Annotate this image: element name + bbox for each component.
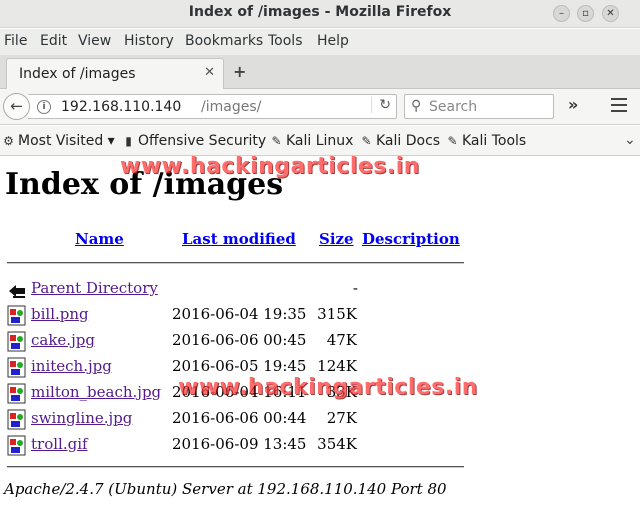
image-file-icon [7, 409, 26, 430]
url-host: 192.168.110.140 [61, 99, 182, 115]
search-icon: ⚲ [411, 98, 422, 114]
search-input[interactable] [429, 97, 549, 116]
bookmark-kali-docs[interactable]: ✎ Kali Docs [360, 133, 440, 149]
file-link[interactable]: milton_beach.jpg [31, 383, 161, 401]
file-size: 27K [326, 409, 357, 427]
offsec-icon: ▮ [125, 134, 132, 148]
bookmarks-toolbar: ⚙ Most Visited ▾ ▮ Offensive Security ✎ Kal… [0, 126, 640, 156]
file-date: 2016-06-06 00:44 [172, 409, 307, 427]
search-bar[interactable]: ⚲ [404, 94, 554, 119]
url-path: /images/ [201, 99, 262, 115]
overflow-chevron-icon[interactable]: » [568, 95, 578, 114]
column-name[interactable]: Name [75, 230, 124, 248]
table-row: troll.gif 2016-06-09 13:45 354K [0, 432, 640, 458]
file-size: 124K [317, 357, 357, 375]
image-file-icon [7, 331, 26, 352]
header-divider [7, 262, 464, 264]
minimize-button[interactable]: – [553, 5, 570, 22]
column-description[interactable]: Description [362, 230, 460, 248]
column-size[interactable]: Size [319, 230, 354, 248]
server-signature: Apache/2.4.7 (Ubuntu) Server at 192.168.… [4, 480, 447, 498]
table-row: bill.png 2016-06-04 19:35 315K [0, 302, 640, 328]
bookmark-label: Kali Linux [286, 133, 354, 149]
watermark-middle: www.hackingarticles.in [178, 375, 478, 400]
bookmark-label: Kali Tools [462, 133, 527, 149]
bookmark-offensive-security[interactable]: ▮ Offensive Security [122, 133, 266, 149]
url-bar[interactable]: i 192.168.110.140 /images/ ↻ [28, 94, 397, 119]
window-titlebar: Index of /images - Mozilla Firefox – ▫ ✕ [0, 0, 640, 28]
file-link[interactable]: cake.jpg [31, 331, 95, 349]
gear-icon: ⚙ [3, 134, 14, 148]
file-link[interactable]: troll.gif [31, 435, 88, 453]
hamburger-menu-icon[interactable] [611, 98, 627, 112]
file-size: 354K [317, 435, 357, 453]
table-row: swingline.jpg 2016-06-06 00:44 27K [0, 406, 640, 432]
file-size: 315K [317, 305, 357, 323]
bookmark-label: Offensive Security [138, 133, 267, 149]
info-icon[interactable]: i [37, 100, 51, 114]
parent-size: - [352, 279, 358, 297]
footer-divider [7, 466, 464, 468]
bookmark-kali-tools[interactable]: ✎ Kali Tools [446, 133, 526, 149]
kali-icon: ✎ [447, 134, 458, 148]
file-size: 47K [326, 331, 357, 349]
file-link[interactable]: bill.png [31, 305, 89, 323]
bookmark-label: Most Visited ▾ [18, 133, 115, 149]
kali-icon: ✎ [361, 134, 372, 148]
new-tab-button[interactable]: + [233, 62, 246, 81]
file-link[interactable]: initech.jpg [31, 357, 112, 375]
menu-bookmarks[interactable]: Bookmarks [185, 33, 263, 49]
window-title: Index of /images - Mozilla Firefox [188, 4, 452, 20]
bookmark-label: Kali Docs [376, 133, 441, 149]
close-window-button[interactable]: ✕ [602, 5, 619, 22]
tab-label: Index of /images [19, 66, 136, 82]
menu-tools[interactable]: Tools [268, 33, 303, 49]
maximize-button[interactable]: ▫ [577, 5, 594, 22]
menu-history[interactable]: History [124, 33, 174, 49]
image-file-icon [7, 357, 26, 378]
tab-index-images[interactable]: Index of /images ✕ [6, 58, 224, 90]
image-file-icon [7, 305, 26, 326]
watermark-top: www.hackingarticles.in [120, 154, 420, 179]
file-link[interactable]: swingline.jpg [31, 409, 132, 427]
parent-directory-link[interactable]: Parent Directory [31, 279, 158, 297]
back-folder-icon [9, 285, 25, 298]
tab-strip: Index of /images ✕ + [0, 55, 640, 90]
close-tab-icon[interactable]: ✕ [204, 65, 215, 80]
menu-view[interactable]: View [78, 33, 111, 49]
menu-help[interactable]: Help [317, 33, 349, 49]
file-date: 2016-06-04 19:35 [172, 305, 307, 323]
table-row: cake.jpg 2016-06-06 00:45 47K [0, 328, 640, 354]
file-date: 2016-06-05 19:45 [172, 357, 307, 375]
bookmark-most-visited[interactable]: ⚙ Most Visited ▾ [2, 133, 115, 149]
table-row-parent: Parent Directory - [0, 276, 640, 302]
image-file-icon [7, 383, 26, 404]
back-arrow-icon: ← [10, 97, 23, 115]
bookmarks-overflow-icon[interactable]: ⌄ [624, 132, 636, 148]
menu-file[interactable]: File [4, 33, 27, 49]
menu-bar: File Edit View History Bookmarks Tools H… [0, 29, 640, 55]
file-date: 2016-06-09 13:45 [172, 435, 307, 453]
column-last-modified[interactable]: Last modified [182, 230, 296, 248]
bookmark-kali-linux[interactable]: ✎ Kali Linux [270, 133, 353, 149]
navigation-toolbar: i 192.168.110.140 /images/ ↻ ← ⚲ » [0, 89, 640, 125]
file-date: 2016-06-06 00:45 [172, 331, 307, 349]
page-content: Index of /images www.hackingarticles.in … [0, 154, 640, 532]
kali-icon: ✎ [271, 134, 282, 148]
back-button[interactable]: ← [3, 93, 30, 120]
menu-edit[interactable]: Edit [40, 33, 67, 49]
image-file-icon [7, 435, 26, 456]
reload-icon[interactable]: ↻ [371, 97, 391, 113]
